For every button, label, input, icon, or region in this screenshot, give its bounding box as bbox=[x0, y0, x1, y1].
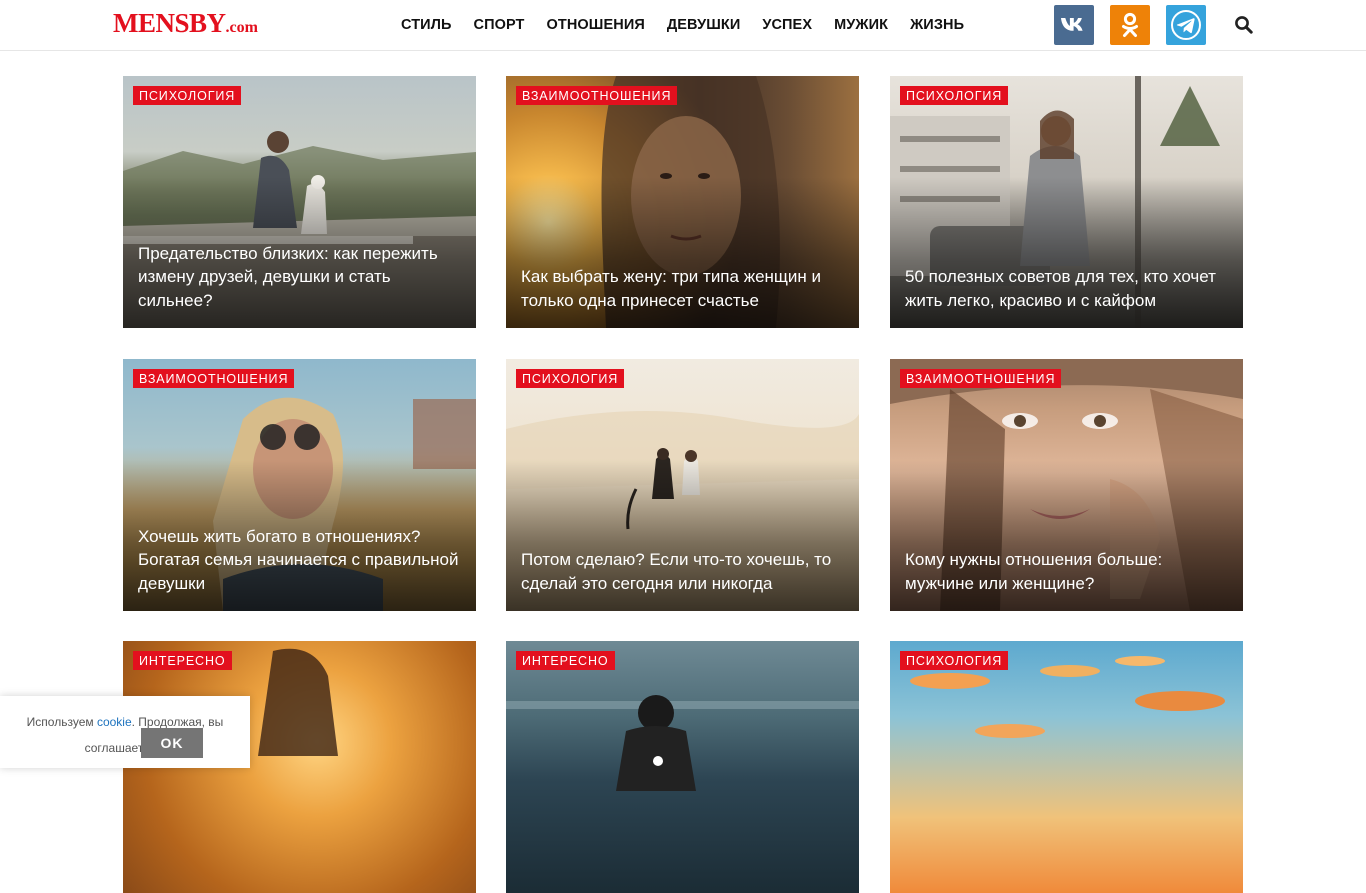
cookie-text-start: Используем bbox=[26, 715, 97, 729]
cookie-banner: Используем cookie. Продолжая, вы соглаша… bbox=[0, 696, 250, 768]
category-badge[interactable]: ПСИХОЛОГИЯ bbox=[133, 86, 242, 105]
category-badge[interactable]: ВЗАИМООТНОШЕНИЯ bbox=[133, 369, 295, 388]
main-nav: СТИЛЬ СПОРТ ОТНОШЕНИЯ ДЕВУШКИ УСПЕХ МУЖИ… bbox=[390, 0, 975, 50]
nav-item-relationships[interactable]: ОТНОШЕНИЯ bbox=[536, 17, 656, 33]
category-badge[interactable]: ПСИХОЛОГИЯ bbox=[516, 369, 625, 388]
article-title[interactable]: 50 полезных советов для тех, кто хочет ж… bbox=[905, 265, 1229, 312]
odnoklassniki-icon bbox=[1122, 12, 1138, 37]
article-image-art bbox=[910, 656, 1225, 738]
article-card[interactable]: ВЗАИМООТНОШЕНИЯ Хочешь жить богато в отн… bbox=[123, 359, 476, 611]
article-card[interactable]: ВЗАИМООТНОШЕНИЯ Как выбрать жену: три ти… bbox=[506, 76, 859, 328]
nav-item-sport[interactable]: СПОРТ bbox=[463, 17, 536, 33]
article-card[interactable]: ПСИХОЛОГИЯ 50 полезных советов для тех, … bbox=[890, 76, 1243, 328]
nav-item-man[interactable]: МУЖИК bbox=[823, 17, 899, 33]
article-title[interactable]: Предательство близких: как пережить изме… bbox=[138, 242, 462, 313]
vk-icon bbox=[1061, 18, 1083, 31]
article-card[interactable]: ВЗАИМООТНОШЕНИЯ Кому нужны отношения бол… bbox=[890, 359, 1243, 611]
category-badge[interactable]: ПСИХОЛОГИЯ bbox=[900, 86, 1009, 105]
category-badge[interactable]: ВЗАИМООТНОШЕНИЯ bbox=[900, 369, 1062, 388]
category-badge[interactable]: ИНТЕРЕСНО bbox=[516, 651, 615, 670]
odnoklassniki-button[interactable] bbox=[1110, 5, 1150, 45]
site-logo[interactable]: MENSBY .com bbox=[113, 8, 258, 38]
article-card[interactable]: ПСИХОЛОГИЯ Потом сделаю? Если что-то хоч… bbox=[506, 359, 859, 611]
article-title[interactable]: Кому нужны отношения больше: мужчине или… bbox=[905, 548, 1229, 595]
article-card[interactable]: ИНТЕРЕСНО bbox=[506, 641, 859, 893]
category-badge[interactable]: ИНТЕРЕСНО bbox=[133, 651, 232, 670]
cookie-ok-button[interactable]: OK bbox=[141, 728, 203, 758]
article-title[interactable]: Как выбрать жену: три типа женщин и толь… bbox=[521, 265, 845, 312]
telegram-button[interactable] bbox=[1166, 5, 1206, 45]
nav-item-success[interactable]: УСПЕХ bbox=[751, 17, 823, 33]
logo-text: MENSBY bbox=[113, 8, 226, 38]
article-image-art bbox=[506, 695, 859, 791]
telegram-icon bbox=[1171, 10, 1201, 40]
nav-item-girls[interactable]: ДЕВУШКИ bbox=[656, 17, 751, 33]
nav-item-style[interactable]: СТИЛЬ bbox=[390, 17, 463, 33]
nav-item-life[interactable]: ЖИЗНЬ bbox=[899, 17, 975, 33]
site-header: MENSBY .com СТИЛЬ СПОРТ ОТНОШЕНИЯ ДЕВУШКИ… bbox=[0, 0, 1366, 51]
search-icon[interactable] bbox=[1234, 15, 1254, 35]
article-title[interactable]: Хочешь жить богато в отношениях? Богатая… bbox=[138, 525, 462, 596]
article-card[interactable]: ПСИХОЛОГИЯ bbox=[890, 641, 1243, 893]
vk-button[interactable] bbox=[1054, 5, 1094, 45]
article-card[interactable]: ПСИХОЛОГИЯ Предательство близких: как пе… bbox=[123, 76, 476, 328]
article-title[interactable]: Потом сделаю? Если что-то хочешь, то сде… bbox=[521, 548, 845, 595]
cookie-link[interactable]: cookie bbox=[97, 715, 132, 729]
category-badge[interactable]: ПСИХОЛОГИЯ bbox=[900, 651, 1009, 670]
logo-domain: .com bbox=[225, 19, 258, 36]
category-badge[interactable]: ВЗАИМООТНОШЕНИЯ bbox=[516, 86, 678, 105]
